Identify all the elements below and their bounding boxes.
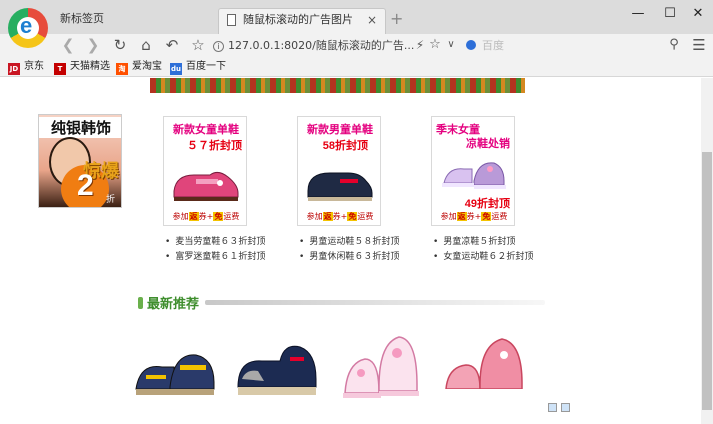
dropdown-icon[interactable]: ∨ bbox=[441, 35, 461, 55]
forward-icon[interactable]: ❯ bbox=[83, 35, 103, 55]
product-link[interactable]: 男童运动鞋５８折封顶 bbox=[299, 235, 399, 250]
bookmark-aitaobao[interactable]: 淘爱淘宝 bbox=[116, 60, 162, 75]
bookmark-jd[interactable]: JD 京东 bbox=[8, 60, 44, 75]
ad-discount-suffix: 折 bbox=[105, 195, 115, 205]
product-link-list: 男童凉鞋５折封顶 女童运动鞋６２折封顶 bbox=[433, 235, 533, 265]
promo-footer: 参加返券+免运费 bbox=[440, 212, 508, 221]
ad-discount-number: 2 bbox=[77, 169, 94, 202]
product-link[interactable]: 男童休闲鞋６３折封顶 bbox=[299, 250, 399, 265]
section-bullet-icon bbox=[138, 297, 143, 309]
product-image-sandal-red[interactable] bbox=[440, 323, 530, 413]
browser-logo-icon[interactable] bbox=[8, 8, 48, 48]
back-icon[interactable]: ❮ bbox=[58, 35, 78, 55]
product-image-sneaker-navy[interactable] bbox=[232, 323, 322, 413]
promo-card[interactable]: 新款男童单鞋 58折封顶 参加返券+免运费 bbox=[297, 116, 381, 226]
broken-image-icon bbox=[548, 403, 557, 412]
undo-close-icon[interactable]: ↶ bbox=[162, 35, 182, 55]
new-tab-icon[interactable]: + bbox=[390, 8, 403, 30]
product-link[interactable]: 女童运动鞋６２折封顶 bbox=[433, 250, 533, 265]
search-box[interactable]: 百度 bbox=[462, 35, 662, 56]
bookmark-label: 天猫精选 bbox=[70, 61, 110, 72]
navigation-bar: ❮ ❯ ↻ ⌂ ↶ ☆ i 127.0.0.1:8020/随鼠标滚动的广告... … bbox=[0, 34, 713, 57]
tab-label: 随鼠标滚动的广告图片 bbox=[243, 13, 353, 26]
girls-shoe-image bbox=[173, 171, 239, 201]
baidu-icon: du bbox=[170, 63, 182, 75]
bookmark-baidu[interactable]: du 百度一下 bbox=[170, 60, 226, 75]
address-text: 127.0.0.1:8020/随鼠标滚动的广告... bbox=[228, 39, 415, 52]
product-image-sandal-navy[interactable] bbox=[130, 323, 220, 413]
product-link-list: 男童运动鞋５８折封顶 男童休闲鞋６３折封顶 bbox=[299, 235, 399, 265]
banner-image bbox=[150, 78, 525, 93]
promo-card[interactable]: 新款女童单鞋 ５７折封顶 参加返券+免运费 bbox=[163, 116, 247, 226]
promo-discount: 49折封顶 bbox=[464, 198, 510, 210]
home-icon[interactable]: ⌂ bbox=[136, 35, 156, 55]
promo-discount: 58折封顶 bbox=[322, 140, 368, 152]
section-title: 最新推荐 bbox=[138, 293, 199, 311]
scrollbar-thumb[interactable] bbox=[702, 152, 712, 410]
tab-label: 新标签页 bbox=[60, 12, 104, 25]
menu-icon[interactable]: ☰ bbox=[689, 35, 709, 55]
minimize-icon[interactable]: — bbox=[628, 6, 648, 22]
tab-new-tab[interactable]: 新标签页 bbox=[58, 8, 208, 34]
search-icon[interactable]: ⚲ bbox=[664, 35, 684, 55]
promo-title: 新款女童单鞋 bbox=[173, 124, 239, 136]
jd-icon: JD bbox=[8, 63, 20, 75]
promo-discount: ５７折封顶 bbox=[187, 140, 242, 152]
bookmark-label: 爱淘宝 bbox=[132, 61, 162, 72]
maximize-icon[interactable]: ☐ bbox=[660, 6, 680, 22]
browser-window: 新标签页 随鼠标滚动的广告图片 × + — ☐ ✕ ❮ ❯ ↻ ⌂ ↶ ☆ i1… bbox=[0, 0, 713, 424]
tab-active-page[interactable]: 随鼠标滚动的广告图片 × bbox=[218, 8, 386, 34]
product-link[interactable]: 富罗迷童鞋６１折封顶 bbox=[165, 250, 265, 265]
tmall-icon: T bbox=[54, 63, 66, 75]
reload-icon[interactable]: ↻ bbox=[110, 35, 130, 55]
taobao-icon: 淘 bbox=[116, 63, 128, 75]
promo-footer: 参加返券+免运费 bbox=[172, 212, 240, 221]
bookmark-label: 京东 bbox=[24, 61, 44, 72]
section-title-text: 最新推荐 bbox=[147, 296, 200, 311]
product-link-list: 麦当劳童鞋６３折封顶 富罗迷童鞋６１折封顶 bbox=[165, 235, 265, 265]
boys-shoe-image bbox=[307, 172, 373, 201]
product-link[interactable]: 男童凉鞋５折封顶 bbox=[433, 235, 533, 250]
promo-footer: 参加返券+免运费 bbox=[306, 212, 374, 221]
title-bar: 新标签页 随鼠标滚动的广告图片 × + — ☐ ✕ bbox=[0, 0, 713, 48]
broken-image-icon bbox=[561, 403, 570, 412]
bookmark-star-icon[interactable]: ☆ bbox=[188, 35, 208, 55]
search-placeholder: 百度 bbox=[482, 39, 504, 52]
document-icon bbox=[227, 14, 236, 26]
product-link[interactable]: 麦当劳童鞋６３折封顶 bbox=[165, 235, 265, 250]
floating-ad[interactable]: 纯银韩饰 惊爆 2 折 bbox=[38, 114, 122, 208]
ad-headline: 纯银韩饰 bbox=[39, 117, 121, 138]
promo-card[interactable]: 季末女童 凉鞋处销 49折封顶 参加返券+免运费 bbox=[431, 116, 515, 226]
baidu-icon bbox=[466, 40, 476, 50]
page-content: 纯银韩饰 惊爆 2 折 新款女童单鞋 ５７折封顶 参加返券+免运费 新款男童单鞋… bbox=[0, 78, 701, 424]
girls-sandal-image bbox=[442, 162, 506, 189]
site-info-icon[interactable]: i bbox=[213, 41, 224, 52]
tab-close-icon[interactable]: × bbox=[367, 9, 377, 31]
bookmarks-bar: JD 京东 T 天猫精选 淘爱淘宝 du 百度一下 bbox=[0, 57, 713, 77]
bookmark-tmall[interactable]: T 天猫精选 bbox=[54, 60, 110, 75]
section-divider bbox=[205, 300, 545, 305]
promo-title: 新款男童单鞋 bbox=[307, 124, 373, 136]
promo-subtitle: 凉鞋处销 bbox=[466, 138, 510, 150]
bookmark-label: 百度一下 bbox=[186, 61, 226, 72]
close-window-icon[interactable]: ✕ bbox=[688, 6, 708, 22]
product-image-sandal-pink[interactable] bbox=[335, 323, 425, 413]
